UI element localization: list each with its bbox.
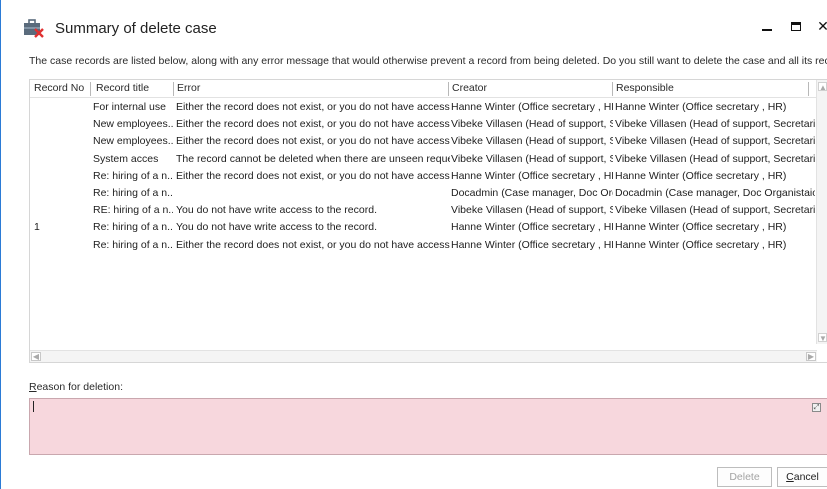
responsible-cell: Vibeke Villasen (Head of support, Secret… xyxy=(615,204,815,217)
table-row[interactable]: Re: hiring of a n... Either the record d… xyxy=(30,169,820,186)
creator-cell: Vibeke Villasen (Head of support, S... xyxy=(451,204,613,217)
error-cell: Either the record does not exist, or you… xyxy=(176,118,450,131)
table-row[interactable]: For internal use Either the record does … xyxy=(30,100,820,117)
vertical-scrollbar[interactable]: ▲ ▼ xyxy=(816,80,827,344)
column-header-responsible[interactable]: Responsible xyxy=(616,82,674,94)
maximize-button[interactable] xyxy=(788,18,804,34)
reason-label: Reason for deletion: xyxy=(29,381,123,393)
responsible-cell: Vibeke Villasen (Head of support, Secret… xyxy=(615,152,815,165)
creator-cell: Vibeke Villasen (Head of support, S... xyxy=(451,152,613,165)
record-title-cell: RE: hiring of a n... xyxy=(93,204,173,217)
column-header-creator[interactable]: Creator xyxy=(452,82,487,94)
table-body: For internal use Either the record does … xyxy=(30,100,820,255)
scroll-up-arrow-icon[interactable]: ▲ xyxy=(818,82,827,92)
creator-cell: Hanne Winter (Office secretary , HR) xyxy=(451,238,613,251)
responsible-cell: Hanne Winter (Office secretary , HR) xyxy=(615,169,787,182)
table-row[interactable]: 1 Re: hiring of a n... You do not have w… xyxy=(30,220,820,237)
column-divider[interactable] xyxy=(173,82,174,96)
record-title-cell: Re: hiring of a n... xyxy=(93,186,173,199)
instruction-text: The case records are listed below, along… xyxy=(29,55,827,67)
error-cell: Either the record does not exist, or you… xyxy=(176,135,450,148)
creator-cell: Hanne Winter (Office secretary , HR) xyxy=(451,221,613,234)
records-table[interactable]: Record No Record title Error Creator Res… xyxy=(29,79,827,363)
text-caret xyxy=(33,401,34,412)
reason-label-accelerator: R xyxy=(29,381,37,393)
delete-case-dialog: Summary of delete case ✕ The case record… xyxy=(0,0,827,489)
record-no-cell: 1 xyxy=(34,221,40,234)
creator-cell: Docadmin (Case manager, Doc Org... xyxy=(451,186,613,199)
record-title-cell: System acces xyxy=(93,152,159,165)
responsible-cell: Docadmin (Case manager, Doc Organistaion… xyxy=(615,186,815,199)
table-row[interactable]: Re: hiring of a n... Docadmin (Case mana… xyxy=(30,186,820,203)
cancel-button[interactable]: Cancel xyxy=(777,467,827,487)
scroll-right-arrow-icon[interactable]: ▶ xyxy=(806,352,816,361)
delete-button[interactable]: Delete xyxy=(717,467,772,487)
record-title-cell: Re: hiring of a n... xyxy=(93,238,173,251)
column-divider[interactable] xyxy=(808,82,809,96)
responsible-cell: Vibeke Villasen (Head of support, Secret… xyxy=(615,118,815,131)
error-cell: Either the record does not exist, or you… xyxy=(176,238,450,251)
close-button[interactable]: ✕ xyxy=(815,18,827,34)
creator-cell: Hanne Winter (Office secretary , HR) xyxy=(451,101,613,113)
scroll-left-arrow-icon[interactable]: ◀ xyxy=(31,352,41,361)
column-header-error[interactable]: Error xyxy=(177,82,200,94)
column-header-record-no[interactable]: Record No xyxy=(34,82,84,94)
scroll-down-arrow-icon[interactable]: ▼ xyxy=(818,333,827,343)
minimize-icon xyxy=(762,29,772,31)
column-divider[interactable] xyxy=(448,82,449,96)
creator-cell: Vibeke Villasen (Head of support, S... xyxy=(451,135,613,148)
cancel-accelerator: C xyxy=(786,471,794,483)
error-cell: You do not have write access to the reco… xyxy=(176,221,377,234)
record-title-cell: Re: hiring of a n... xyxy=(93,221,173,234)
cancel-label: ancel xyxy=(793,471,819,483)
table-row[interactable]: System acces The record cannot be delete… xyxy=(30,152,820,169)
creator-cell: Hanne Winter (Office secretary , HR) xyxy=(451,169,613,182)
expand-editor-icon[interactable]: ⤢ xyxy=(812,403,821,412)
briefcase-delete-icon xyxy=(24,19,44,38)
close-icon: ✕ xyxy=(817,17,827,34)
record-title-cell: New employees... xyxy=(93,135,173,148)
record-title-cell: For internal use xyxy=(93,101,166,113)
error-cell: The record cannot be deleted when there … xyxy=(176,152,450,165)
table-row[interactable]: Re: hiring of a n... Either the record d… xyxy=(30,238,820,255)
reason-for-deletion-input[interactable]: ⤢ xyxy=(29,398,827,455)
responsible-cell: Vibeke Villasen (Head of support, Secret… xyxy=(615,135,815,148)
minimize-button[interactable] xyxy=(759,18,775,34)
table-row[interactable]: New employees... Either the record does … xyxy=(30,134,820,151)
table-header: Record No Record title Error Creator Res… xyxy=(30,80,820,98)
column-divider[interactable] xyxy=(612,82,613,96)
creator-cell: Vibeke Villasen (Head of support, S... xyxy=(451,118,613,131)
error-cell: Either the record does not exist, or you… xyxy=(176,169,450,182)
column-header-record-title[interactable]: Record title xyxy=(96,82,149,94)
table-row[interactable]: New employees... Either the record does … xyxy=(30,117,820,134)
title-bar[interactable]: Summary of delete case ✕ xyxy=(1,0,827,46)
responsible-cell: Hanne Winter (Office secretary , HR) xyxy=(615,221,787,234)
column-divider[interactable] xyxy=(90,82,91,96)
record-title-cell: New employees... xyxy=(93,118,173,131)
responsible-cell: Hanne Winter (Office secretary , HR) xyxy=(615,101,787,113)
window-title: Summary of delete case xyxy=(55,20,217,37)
error-cell: Either the record does not exist, or you… xyxy=(176,101,450,113)
error-cell: You do not have write access to the reco… xyxy=(176,204,377,217)
horizontal-scrollbar[interactable]: ◀ ▶ xyxy=(30,350,817,362)
responsible-cell: Hanne Winter (Office secretary , HR) xyxy=(615,238,787,251)
record-title-cell: Re: hiring of a n... xyxy=(93,169,173,182)
maximize-icon xyxy=(791,21,801,31)
reason-label-text: eason for deletion: xyxy=(36,381,123,393)
table-row[interactable]: RE: hiring of a n... You do not have wri… xyxy=(30,203,820,220)
